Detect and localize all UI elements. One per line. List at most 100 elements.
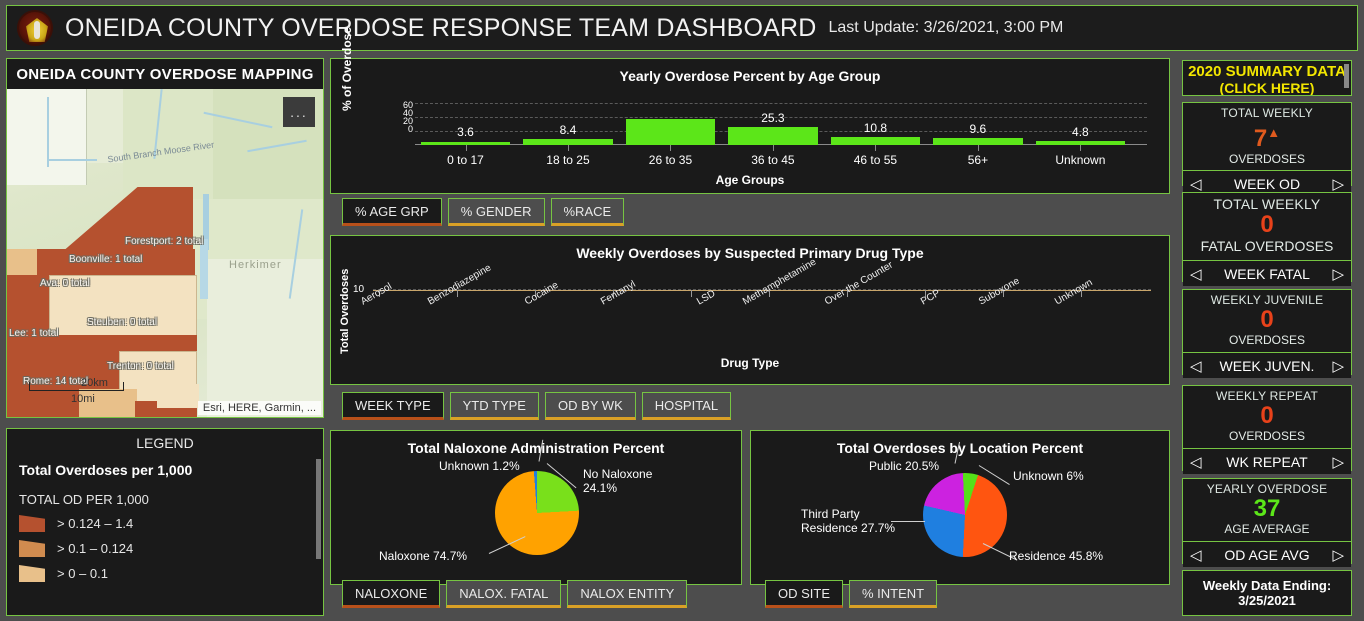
kpi-nav-label: WEEK OD — [1233, 175, 1301, 192]
summary-scrollbar[interactable] — [1344, 64, 1349, 88]
drug-type-chart-panel: Weekly Overdoses by Suspected Primary Dr… — [330, 235, 1170, 385]
map-options-icon[interactable]: ... — [283, 97, 315, 127]
bar-item[interactable]: 9.6 — [933, 122, 1023, 145]
legend-swatch-icon — [19, 515, 45, 532]
pie-slice-label: No Naloxone 24.1% — [583, 467, 653, 495]
bar-category-label: 18 to 25 — [546, 153, 590, 167]
location-pie[interactable] — [923, 473, 1007, 557]
bar-category-label: Unknown — [1055, 153, 1106, 167]
kpi-label: YEARLY OVERDOSE — [1206, 482, 1328, 496]
bar-item[interactable]: 25.3 — [728, 111, 818, 145]
map-town-label: Boonville: 1 total — [69, 254, 143, 265]
drug-category-label: Aerosol — [359, 281, 394, 308]
next-arrow-icon[interactable]: ▷ — [1332, 265, 1344, 283]
drug-chart-tabs[interactable]: WEEK TYPE YTD TYPE OD BY WK HOSPITAL — [342, 392, 732, 420]
kpi-card-od-age-avg[interactable]: YEARLY OVERDOSE 37 AGE AVERAGE ◁ OD AGE … — [1182, 478, 1352, 567]
county-label: Herkimer — [229, 259, 282, 271]
naloxone-pie[interactable] — [495, 471, 579, 555]
kpi-value: 0 — [1260, 211, 1274, 238]
pie-slice-label: Third Party Residence 27.7% — [801, 507, 896, 535]
kpi-nav-label: WEEK JUVEN. — [1219, 357, 1315, 374]
drug-category-label: Fentanyl — [599, 278, 638, 308]
prev-arrow-icon[interactable]: ◁ — [1190, 453, 1202, 471]
y-tick: 10 — [353, 284, 365, 295]
tab-nalox-entity[interactable]: NALOX ENTITY — [567, 580, 688, 608]
bar-value-label: 9.6 — [969, 122, 987, 136]
bar-value-label: 4.8 — [1072, 125, 1089, 139]
kpi-unit: OVERDOSES — [1228, 429, 1306, 443]
ending-label: Weekly Data Ending: — [1202, 578, 1332, 593]
pie-slice-label: Unknown 1.2% — [439, 459, 520, 473]
kpi-card-week-juvenile[interactable]: WEEKLY JUVENILE 0 OVERDOSES ◁ WEEK JUVEN… — [1182, 289, 1352, 378]
legend-item-label: > 0.1 – 0.124 — [57, 541, 134, 556]
next-arrow-icon[interactable]: ▷ — [1332, 175, 1344, 193]
tab-hospital[interactable]: HOSPITAL — [641, 392, 732, 420]
pie-slice-label: Unknown 6% — [1013, 469, 1084, 483]
kpi-nav-label: WK REPEAT — [1226, 453, 1308, 470]
next-arrow-icon[interactable]: ▷ — [1332, 357, 1344, 375]
kpi-nav-label: WEEK FATAL — [1224, 265, 1310, 282]
legend-item: > 0.1 – 0.124 — [19, 540, 311, 557]
naloxone-chart-tabs[interactable]: NALOXONE NALOX. FATAL NALOX ENTITY — [342, 580, 688, 608]
tab-naloxone[interactable]: NALOXONE — [342, 580, 441, 608]
legend-panel: LEGEND Total Overdoses per 1,000 TOTAL O… — [6, 428, 324, 616]
kpi-unit: OVERDOSES — [1228, 333, 1306, 347]
ending-date: 3/25/2021 — [1238, 593, 1296, 608]
chart-title: Total Overdoses by Location Percent — [836, 440, 1084, 456]
tab-ytd-type[interactable]: YTD TYPE — [449, 392, 539, 420]
tab-age-group[interactable]: % AGE GRP — [342, 198, 442, 226]
drug-category-label: Unknown — [1053, 277, 1095, 308]
kpi-card-week-fatal[interactable]: TOTAL WEEKLY 0 FATAL OVERDOSES ◁ WEEK FA… — [1182, 192, 1352, 286]
legend-item-label: > 0 – 0.1 — [57, 566, 108, 581]
scalebar-km-label: 20km — [81, 377, 108, 389]
kpi-value: 37 — [1253, 495, 1281, 522]
last-update-text: Last Update: 3/26/2021, 3:00 PM — [828, 19, 1064, 36]
legend-swatch-icon — [19, 565, 45, 582]
next-arrow-icon[interactable]: ▷ — [1332, 453, 1344, 471]
kpi-card-week-repeat[interactable]: WEEKLY REPEAT 0 OVERDOSES ◁ WK REPEAT ▷ — [1182, 385, 1352, 474]
kpi-value: 0 — [1260, 402, 1274, 429]
prev-arrow-icon[interactable]: ◁ — [1190, 265, 1202, 283]
bar-category-label: 46 to 55 — [853, 153, 898, 167]
chart-y-axis-label: % of Overdose — [340, 26, 354, 111]
y-tick: 0 — [407, 124, 413, 134]
scalebar-mi-label: 10mi — [71, 393, 95, 405]
bar-category-label: 0 to 17 — [447, 153, 484, 167]
kpi-value: 0 — [1260, 306, 1274, 333]
kpi-label: TOTAL WEEKLY — [1221, 106, 1313, 120]
bar-item[interactable]: 10.8 — [830, 121, 921, 145]
prev-arrow-icon[interactable]: ◁ — [1190, 357, 1202, 375]
next-arrow-icon[interactable]: ▷ — [1332, 546, 1344, 564]
legend-item: > 0.124 – 1.4 — [19, 515, 311, 532]
tab-nalox-fatal[interactable]: NALOX. FATAL — [446, 580, 562, 608]
tab-od-by-wk[interactable]: OD BY WK — [544, 392, 636, 420]
chart-title: Total Naloxone Administration Percent — [407, 440, 665, 456]
location-chart-tabs[interactable]: OD SITE % INTENT — [765, 580, 938, 608]
map-canvas[interactable]: South Branch Moose River Herkimer Forest… — [7, 89, 323, 417]
chart-title: Yearly Overdose Percent by Age Group — [619, 68, 881, 84]
tab-od-site[interactable]: OD SITE — [765, 580, 844, 608]
map-scalebar: 20km 10mi — [29, 377, 124, 405]
legend-scrollbar[interactable] — [316, 459, 321, 559]
age-chart-tabs[interactable]: % AGE GRP % GENDER %RACE — [342, 198, 625, 226]
dashboard-header: ONEIDA COUNTY OVERDOSE RESPONSE TEAM DAS… — [6, 5, 1358, 51]
legend-subheading: TOTAL OD PER 1,000 — [19, 492, 149, 507]
bar-item[interactable] — [625, 119, 716, 145]
chart-y-axis-ticks: 60 40 20 0 — [395, 101, 413, 147]
summary-data-button[interactable]: 2020 SUMMARY DATA (CLICK HERE) — [1182, 60, 1352, 96]
drug-category-label: Methamphetamine — [741, 256, 819, 308]
overdose-map-panel[interactable]: ONEIDA COUNTY OVERDOSE MAPPING South Bra… — [6, 58, 324, 418]
tab-week-type[interactable]: WEEK TYPE — [342, 392, 444, 420]
kpi-unit: AGE AVERAGE — [1224, 522, 1310, 536]
tab-gender[interactable]: % GENDER — [447, 198, 545, 226]
chart-x-axis-label: Drug Type — [720, 356, 780, 370]
kpi-unit: OVERDOSES — [1228, 152, 1306, 166]
prev-arrow-icon[interactable]: ◁ — [1190, 546, 1202, 564]
tab-intent[interactable]: % INTENT — [849, 580, 938, 608]
map-town-label: Forestport: 2 total — [125, 236, 204, 247]
legend-item-label: > 0.124 – 1.4 — [57, 516, 134, 531]
prev-arrow-icon[interactable]: ◁ — [1190, 175, 1202, 193]
weekly-data-ending-card: Weekly Data Ending: 3/25/2021 — [1182, 570, 1352, 616]
kpi-card-week-od[interactable]: TOTAL WEEKLY 7▲ OVERDOSES ◁ WEEK OD ▷ — [1182, 102, 1352, 196]
tab-race[interactable]: %RACE — [550, 198, 625, 226]
